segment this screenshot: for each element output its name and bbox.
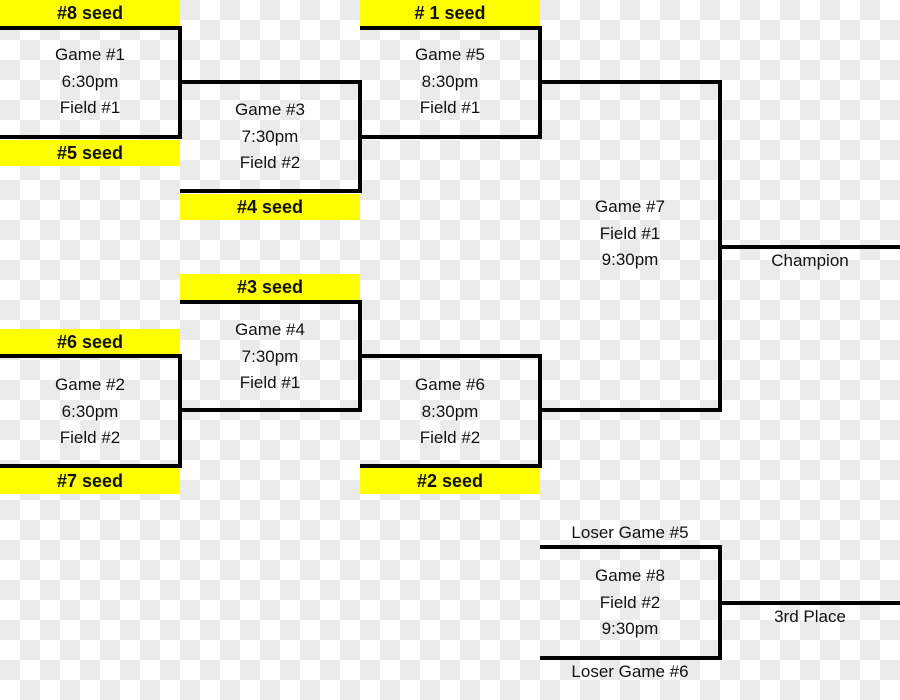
game-1: Game #1 6:30pm Field #1 — [0, 42, 180, 122]
seed-4: #4 seed — [180, 194, 360, 220]
champion-label: Champion — [771, 251, 849, 270]
game-line: Field #2 — [239, 153, 301, 172]
game-line: 8:30pm — [421, 71, 479, 91]
loser-game-6-label: Loser Game #6 — [571, 662, 689, 681]
seed-6: #6 seed — [0, 329, 180, 355]
game-title: Game #1 — [55, 45, 125, 64]
game-title: Game #4 — [235, 320, 305, 339]
game-8: Game #8 Field #2 9:30pm — [540, 563, 720, 643]
seed-5: #5 seed — [0, 140, 180, 166]
game-line: 7:30pm — [241, 126, 299, 146]
game-title: Game #8 — [595, 566, 665, 585]
game-line: 9:30pm — [601, 250, 659, 269]
game-line: Field #1 — [419, 98, 481, 117]
game-line: Field #2 — [419, 428, 481, 447]
game-line: 8:30pm — [421, 401, 479, 421]
seed-3: #3 seed — [180, 274, 360, 300]
game-title: Game #3 — [235, 100, 305, 119]
seed-8: #8 seed — [0, 0, 180, 26]
game-4: Game #4 7:30pm Field #1 — [180, 317, 360, 397]
game-7: Game #7 Field #1 9:30pm — [540, 194, 720, 274]
third-place-label: 3rd Place — [774, 607, 846, 626]
game-2: Game #2 6:30pm Field #2 — [0, 372, 180, 452]
seed-7: #7 seed — [0, 468, 180, 494]
game-line: Field #2 — [599, 592, 661, 612]
seed-2: #2 seed — [360, 468, 540, 494]
game-line: Field #1 — [59, 98, 121, 117]
game-line: Field #2 — [59, 428, 121, 447]
game-line: Field #1 — [599, 223, 661, 243]
game-5: Game #5 8:30pm Field #1 — [360, 42, 540, 122]
game-line: 6:30pm — [61, 71, 119, 91]
game-title: Game #5 — [415, 45, 485, 64]
game-title: Game #2 — [55, 375, 125, 394]
game-3: Game #3 7:30pm Field #2 — [180, 97, 360, 177]
game-title: Game #6 — [415, 375, 485, 394]
game-title: Game #7 — [595, 197, 665, 216]
game-line: Field #1 — [239, 373, 301, 392]
loser-game-5-label: Loser Game #5 — [571, 523, 689, 542]
game-line: 9:30pm — [601, 619, 659, 638]
game-line: 7:30pm — [241, 346, 299, 366]
game-line: 6:30pm — [61, 401, 119, 421]
seed-1: # 1 seed — [360, 0, 540, 26]
game-6: Game #6 8:30pm Field #2 — [360, 372, 540, 452]
